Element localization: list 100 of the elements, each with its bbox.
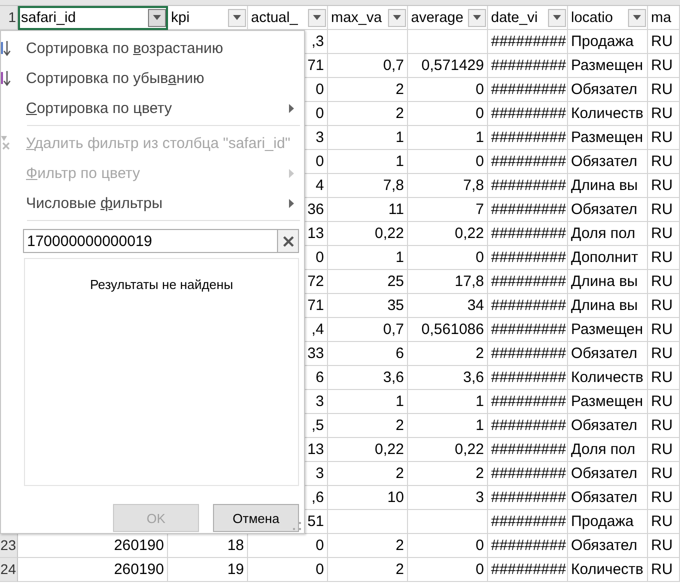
table-cell: 0 xyxy=(408,558,488,582)
dropdown-arrow-icon xyxy=(313,15,321,20)
table-cell: RU xyxy=(648,558,680,582)
table-cell: ######### xyxy=(488,342,568,366)
table-cell: 0 xyxy=(408,150,488,174)
table-cell: 0,561086 xyxy=(408,318,488,342)
dropdown-arrow-icon xyxy=(233,15,241,20)
table-cell: 1 xyxy=(408,414,488,438)
table-cell: 10 xyxy=(328,486,408,510)
table-cell: 0 xyxy=(408,102,488,126)
table-cell: Обязател xyxy=(568,78,648,102)
header-cell[interactable]: locatio xyxy=(568,6,648,30)
table-cell: 0,22 xyxy=(328,222,408,246)
table-cell: RU xyxy=(648,462,680,486)
table-cell: RU xyxy=(648,438,680,462)
header-cell[interactable]: average xyxy=(408,6,488,30)
table-cell: ######### xyxy=(488,246,568,270)
sort-ascending-icon xyxy=(1,41,11,57)
table-cell: 260190 xyxy=(18,558,168,582)
submenu-arrow-icon xyxy=(289,169,294,178)
table-cell: ######### xyxy=(488,534,568,558)
table-cell: RU xyxy=(648,510,680,534)
table-cell: ######### xyxy=(488,294,568,318)
table-cell: RU xyxy=(648,270,680,294)
table-cell: 2 xyxy=(408,462,488,486)
table-cell: 3,6 xyxy=(408,366,488,390)
table-cell: 2 xyxy=(328,462,408,486)
table-cell: RU xyxy=(648,126,680,150)
table-cell: RU xyxy=(648,318,680,342)
table-cell: Обязател xyxy=(568,342,648,366)
filter-dropdown-button[interactable] xyxy=(388,8,406,26)
table-cell: 17,8 xyxy=(408,270,488,294)
dropdown-arrow-icon xyxy=(473,15,481,20)
table-cell: Размещен xyxy=(568,390,648,414)
filter-dropdown-button[interactable] xyxy=(148,8,166,26)
table-cell: 0,571429 xyxy=(408,54,488,78)
table-cell: Продажа xyxy=(568,30,648,54)
table-cell: ######### xyxy=(488,174,568,198)
table-cell: RU xyxy=(648,54,680,78)
submenu-arrow-icon xyxy=(289,199,294,208)
table-cell: Обязател xyxy=(568,198,648,222)
table-cell: RU xyxy=(648,414,680,438)
table-cell: 3 xyxy=(408,486,488,510)
resize-grip-icon[interactable] xyxy=(293,522,301,530)
table-cell: ######### xyxy=(488,366,568,390)
table-cell: 1 xyxy=(328,390,408,414)
sort-descending-icon xyxy=(1,71,11,87)
row-header[interactable]: 1 xyxy=(0,6,18,30)
dropdown-arrow-icon xyxy=(553,15,561,20)
filter-dropdown-button[interactable] xyxy=(468,8,486,26)
table-cell: RU xyxy=(648,174,680,198)
table-cell: Обязател xyxy=(568,486,648,510)
table-cell: RU xyxy=(648,366,680,390)
table-cell: RU xyxy=(648,390,680,414)
table-cell: 0,22 xyxy=(408,438,488,462)
table-cell: 0 xyxy=(408,534,488,558)
filter-dropdown-button[interactable] xyxy=(308,8,326,26)
table-cell: Размещен xyxy=(568,318,648,342)
table-cell: 34 xyxy=(408,294,488,318)
table-cell: 11 xyxy=(328,198,408,222)
table-cell: 2 xyxy=(328,558,408,582)
table-cell: 0,7 xyxy=(328,318,408,342)
header-cell[interactable]: ma xyxy=(648,6,680,30)
row-header[interactable]: 24 xyxy=(0,558,18,582)
table-cell: ######### xyxy=(488,150,568,174)
table-cell: 1 xyxy=(328,150,408,174)
table-cell: RU xyxy=(648,246,680,270)
table-cell: 0,7 xyxy=(328,54,408,78)
table-cell: ######### xyxy=(488,318,568,342)
table-cell: Длина вы xyxy=(568,174,648,198)
table-cell: 3,6 xyxy=(328,366,408,390)
table-cell: ######### xyxy=(488,102,568,126)
close-icon xyxy=(282,236,294,246)
table-cell: 25 xyxy=(328,270,408,294)
table-cell: 7 xyxy=(408,198,488,222)
no-results-message: Результаты не найдены xyxy=(90,277,234,293)
filter-dropdown-button[interactable] xyxy=(548,8,566,26)
clear-search-button[interactable] xyxy=(277,229,299,253)
table-cell: Размещен xyxy=(568,54,648,78)
header-cell[interactable]: safari_id xyxy=(18,6,168,30)
table-cell: ######### xyxy=(488,222,568,246)
table-cell: RU xyxy=(648,486,680,510)
table-cell: 0 xyxy=(248,558,328,582)
table-cell: 1 xyxy=(328,126,408,150)
table-cell: RU xyxy=(648,102,680,126)
table-cell: 35 xyxy=(328,294,408,318)
table-cell: 6 xyxy=(328,342,408,366)
table-cell: Длина вы xyxy=(568,294,648,318)
table-cell: Доля пол xyxy=(568,438,648,462)
table-cell: ######### xyxy=(488,510,568,534)
table-cell: 2 xyxy=(328,414,408,438)
search-field[interactable]: 170000000000019 xyxy=(23,229,277,253)
cancel-button[interactable]: Отмена xyxy=(213,504,299,532)
row-header[interactable]: 23 xyxy=(0,534,18,558)
dropdown-arrow-icon xyxy=(153,15,161,20)
table-cell: ######### xyxy=(488,486,568,510)
header-cell[interactable]: max_va xyxy=(328,6,408,30)
filter-dropdown-button[interactable] xyxy=(228,8,246,26)
header-cell[interactable]: date_vi xyxy=(488,6,568,30)
filter-dropdown-button[interactable] xyxy=(628,8,646,26)
